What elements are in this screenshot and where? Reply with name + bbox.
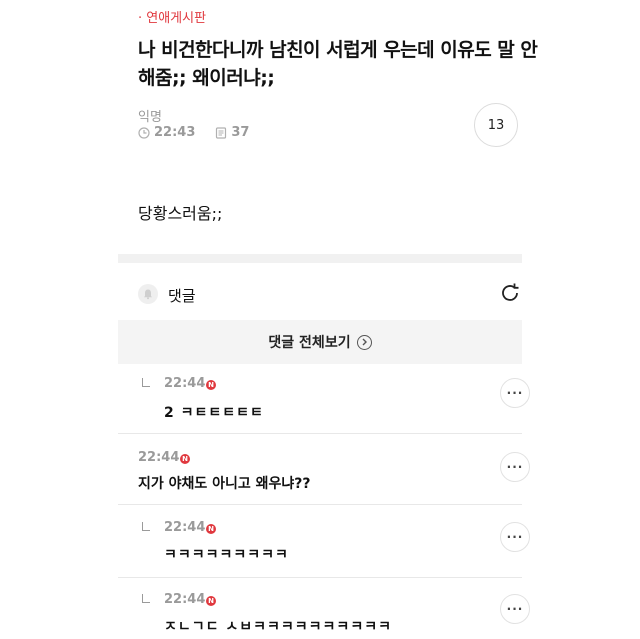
list-item: 22:44 N ㅋㅋㅋㅋㅋㅋㅋㅋㅋ ··· (118, 518, 530, 572)
post-body: 당황스러움;; (138, 204, 223, 223)
comment-text: ㅈㄴㄱㄷ ㅅㅂㅋㅋㅋㅋㅋㅋㅋㅋㅋㅋ (164, 619, 392, 635)
chevron-right-icon (356, 334, 372, 350)
board-name[interactable]: · 연애게시판 (138, 7, 206, 26)
comments-header: 댓글 (118, 275, 522, 313)
list-item: 22:44 N 2 ㅋㅌㅌㅌㅌㅌ ··· (118, 374, 530, 428)
comment-time: 22:44 (164, 376, 206, 391)
bell-icon[interactable] (138, 284, 158, 304)
new-badge: N (206, 596, 216, 606)
post-title: 나 비건한다니까 남친이 서럽게 우는데 이유도 말 안해줌;; 왜이러냐;; (138, 39, 538, 89)
view-all-comments-button[interactable]: 댓글 전체보기 (118, 320, 522, 364)
post-time: 22:43 (154, 125, 196, 140)
view-all-label: 댓글 전체보기 (268, 335, 351, 351)
comment-count-button[interactable]: 13 (474, 103, 518, 147)
more-options-button[interactable]: ··· (500, 522, 530, 552)
comment-text: 2 ㅋㅌㅌㅌㅌㅌ (164, 405, 264, 421)
comment-time: 22:44 (164, 520, 206, 535)
comment-text: 지가 야채도 아니고 왜우냐?? (138, 476, 311, 492)
reply-arrow-icon (142, 378, 150, 387)
post-meta: 22:43 37 (138, 125, 249, 140)
divider (118, 577, 522, 578)
new-badge: N (180, 454, 190, 464)
comment-time: 22:44 (164, 592, 206, 607)
new-badge: N (206, 524, 216, 534)
more-options-button[interactable]: ··· (500, 594, 530, 624)
refresh-icon[interactable] (498, 281, 522, 305)
comment-count: 13 (487, 117, 505, 133)
comments-label: 댓글 (168, 287, 196, 305)
section-divider (118, 254, 522, 263)
list-item: 22:44 N ㅈㄴㄱㄷ ㅅㅂㅋㅋㅋㅋㅋㅋㅋㅋㅋㅋ ··· (118, 590, 530, 639)
reply-arrow-icon (142, 522, 150, 531)
reply-arrow-icon (142, 594, 150, 603)
list-item: 22:44 N 지가 야채도 아니고 왜우냐?? ··· (118, 448, 530, 502)
post-views: 37 (231, 125, 250, 140)
new-badge: N (206, 380, 216, 390)
divider (118, 504, 522, 505)
comment-time: 22:44 (138, 450, 180, 465)
clock-icon (138, 126, 150, 139)
more-options-button[interactable]: ··· (500, 378, 530, 408)
post-author: 익명 (138, 110, 162, 125)
divider (118, 433, 522, 434)
comment-text: ㅋㅋㅋㅋㅋㅋㅋㅋㅋ (164, 547, 289, 563)
more-options-button[interactable]: ··· (500, 452, 530, 482)
views-icon (216, 126, 227, 139)
